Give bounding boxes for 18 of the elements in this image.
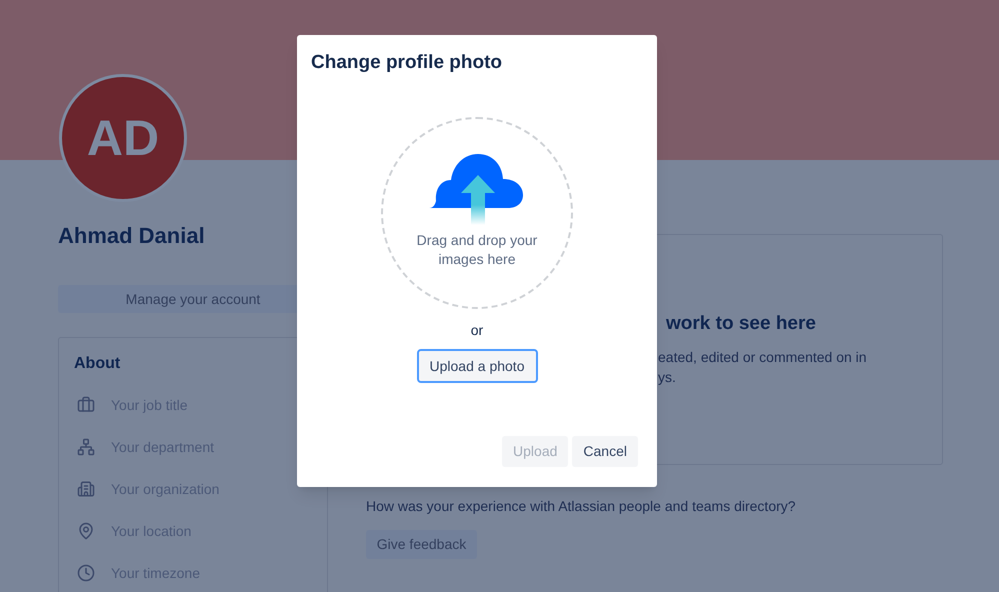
dropzone[interactable]: Drag and drop your images here	[381, 117, 573, 309]
feedback-question: How was your experience with Atlassian people and teams directory?	[366, 497, 797, 515]
about-title: About	[74, 354, 122, 374]
clock-icon	[77, 564, 95, 582]
map-pin-icon	[77, 522, 95, 540]
or-text: or	[470, 321, 484, 339]
building-icon	[77, 480, 95, 498]
upload-photo-button[interactable]: Upload a photo	[416, 349, 538, 383]
dialog-title: Change profile photo	[311, 51, 502, 75]
briefcase-icon	[77, 396, 95, 414]
dialog-button[interactable]: Cancel	[572, 436, 638, 467]
work-heading: work to see here	[666, 312, 817, 336]
work-description: ys.	[657, 368, 677, 387]
hierarchy-icon	[77, 438, 95, 456]
profile-name: Ahmad Danial	[58, 222, 206, 250]
work-description: eated, edited or commented on in	[657, 348, 868, 367]
cloud-upload-icon	[429, 153, 525, 225]
dropzone-text: Drag and drop your images here	[416, 231, 538, 269]
